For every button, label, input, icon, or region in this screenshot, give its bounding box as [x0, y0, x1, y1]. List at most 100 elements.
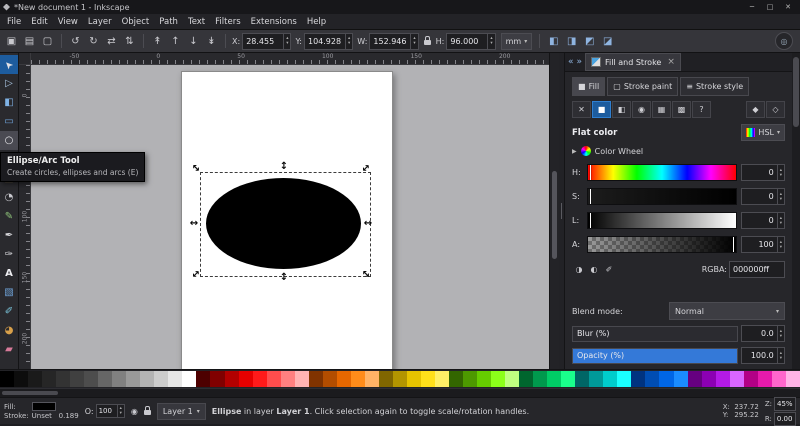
scale-handle-s[interactable]: ↕ — [278, 271, 290, 283]
stepper-buttons[interactable]: ▴ ▾ — [344, 33, 352, 49]
shape-builder-tool-icon[interactable]: ◧ — [0, 93, 18, 112]
bucket-fill-tool-icon[interactable]: ◕ — [0, 321, 18, 340]
rotate-ccw-icon[interactable]: ↺ — [67, 33, 84, 50]
height-input[interactable]: 96.000 ▴ ▾ — [446, 32, 496, 50]
stepper-buttons[interactable]: ▴ ▾ — [410, 33, 417, 49]
palette-swatch[interactable] — [743, 371, 758, 387]
object-opacity-input[interactable]: 100 ▴ ▾ — [95, 404, 125, 418]
fill-color-swatch[interactable] — [31, 402, 56, 411]
menu-item[interactable]: Edit — [26, 17, 52, 27]
palette-swatch[interactable] — [98, 371, 113, 387]
palette-swatch[interactable] — [673, 371, 688, 387]
zoom-input[interactable]: 45% — [774, 396, 796, 411]
palette-swatch[interactable] — [266, 371, 281, 387]
palette-swatch[interactable] — [280, 371, 295, 387]
palette-swatch[interactable] — [350, 371, 365, 387]
scale-handle-e[interactable]: ↔ — [362, 217, 374, 229]
palette-swatch[interactable] — [140, 371, 155, 387]
close-dialog-icon[interactable]: × — [667, 57, 675, 67]
wheel-toggle-icon[interactable]: ◐ — [587, 263, 601, 276]
palette-swatch[interactable] — [252, 371, 267, 387]
opacity-input[interactable]: 100.0 ▴ ▾ — [741, 347, 785, 364]
menu-item[interactable]: File — [2, 17, 26, 27]
flip-horizontal-icon[interactable]: ⇄ — [103, 33, 120, 50]
saturation-input[interactable]: 0 ▴ ▾ — [741, 188, 785, 205]
palette-swatch[interactable] — [701, 371, 716, 387]
menu-item[interactable]: Extensions — [246, 17, 302, 27]
color-mode-dropdown[interactable]: HSL ▾ — [741, 124, 785, 141]
lower-icon[interactable]: ↓ — [185, 33, 202, 50]
palette-swatch[interactable] — [210, 371, 225, 387]
deselect-icon[interactable]: ▢ — [39, 33, 56, 50]
palette-swatch[interactable] — [757, 371, 772, 387]
lightness-input[interactable]: 0 ▴ ▾ — [741, 212, 785, 229]
panel-resize-handle[interactable] — [559, 53, 564, 369]
palette-swatch[interactable] — [575, 371, 590, 387]
palette-swatch[interactable] — [196, 371, 211, 387]
alpha-slider[interactable] — [587, 236, 737, 253]
palette-swatch[interactable] — [112, 371, 127, 387]
stepper-buttons[interactable]: ▴ ▾ — [776, 189, 784, 204]
hue-slider[interactable] — [587, 164, 737, 181]
blend-mode-dropdown[interactable]: Normal ▾ — [669, 302, 785, 320]
x-position-input[interactable]: 28.455 ▴ ▾ — [242, 32, 292, 50]
fill-stroke-indicator[interactable]: Fill: Stroke: Unset 0.189 — [4, 402, 79, 420]
lock-ratio-icon[interactable] — [423, 36, 431, 45]
palette-swatch[interactable] — [561, 371, 576, 387]
gradient-tool-icon[interactable]: ▧ — [0, 283, 18, 302]
stepper-buttons[interactable]: ▴ ▾ — [776, 326, 784, 341]
cms-icon[interactable]: ◑ — [572, 263, 586, 276]
rotate-cw-icon[interactable]: ↻ — [85, 33, 102, 50]
palette-swatch[interactable] — [631, 371, 646, 387]
eraser-tool-icon[interactable]: ▰ — [0, 340, 18, 359]
palette-swatch[interactable] — [463, 371, 478, 387]
palette-swatch[interactable] — [308, 371, 323, 387]
canvas-viewport[interactable]: ↔ ↕ ↔ ↔ ↔ ↔ ↕ ↔ — [31, 65, 549, 369]
spiral-tool-icon[interactable]: ◔ — [0, 188, 18, 207]
layer-lock-icon[interactable] — [143, 406, 151, 415]
palette-swatch[interactable] — [336, 371, 351, 387]
palette-swatch[interactable] — [589, 371, 604, 387]
palette-swatch[interactable] — [378, 371, 393, 387]
palette-swatch[interactable] — [477, 371, 492, 387]
menu-item[interactable]: Object — [117, 17, 155, 27]
palette-swatch[interactable] — [56, 371, 71, 387]
menu-item[interactable]: Filters — [210, 17, 245, 27]
palette-swatch[interactable] — [238, 371, 253, 387]
scale-handle-n[interactable]: ↕ — [278, 160, 290, 172]
flip-vertical-icon[interactable]: ⇅ — [121, 33, 138, 50]
palette-scrollbar[interactable] — [0, 388, 800, 397]
stepper-buttons[interactable]: ▴ ▾ — [776, 213, 784, 228]
stepper-buttons[interactable]: ▴ ▾ — [487, 33, 494, 49]
raise-icon[interactable]: ↑ — [167, 33, 184, 50]
palette-swatch[interactable] — [294, 371, 309, 387]
tab-stroke-style[interactable]: ≡ Stroke style — [680, 77, 750, 96]
dock-float-icon[interactable]: » — [577, 57, 583, 67]
blur-slider[interactable]: Blur (%) — [572, 325, 738, 342]
selector-tool-icon[interactable]: ➤ — [0, 55, 18, 74]
palette-swatch[interactable] — [505, 371, 520, 387]
maximize-button[interactable]: □ — [761, 0, 779, 14]
lower-to-bottom-icon[interactable]: ↡ — [203, 33, 220, 50]
move-patterns-toggle-icon[interactable]: ◪ — [599, 33, 616, 50]
palette-swatch[interactable] — [224, 371, 239, 387]
saturation-slider[interactable] — [587, 188, 737, 205]
palette-swatch[interactable] — [434, 371, 449, 387]
palette-swatch[interactable] — [533, 371, 548, 387]
color-wheel-expander[interactable]: ▶ Color Wheel — [572, 146, 785, 156]
palette-swatch[interactable] — [547, 371, 562, 387]
scale-handle-w[interactable]: ↔ — [188, 217, 200, 229]
palette-swatch[interactable] — [168, 371, 183, 387]
pen-tool-icon[interactable]: ✒ — [0, 226, 18, 245]
close-button[interactable]: ✕ — [779, 0, 797, 14]
text-tool-icon[interactable]: A — [0, 264, 18, 283]
palette-swatch[interactable] — [491, 371, 506, 387]
horizontal-ruler[interactable]: -50 0 50 100 150 200 — [31, 53, 549, 65]
tab-fill[interactable]: ■ Fill — [572, 77, 606, 96]
select-all-layers-icon[interactable]: ▤ — [21, 33, 38, 50]
layer-visibility-eye-icon[interactable]: ◉ — [131, 407, 138, 416]
palette-swatch[interactable] — [715, 371, 730, 387]
units-dropdown[interactable]: mm ▾ — [500, 32, 533, 50]
y-position-input[interactable]: 104.928 ▴ ▾ — [303, 32, 354, 50]
palette-swatch[interactable] — [14, 371, 29, 387]
